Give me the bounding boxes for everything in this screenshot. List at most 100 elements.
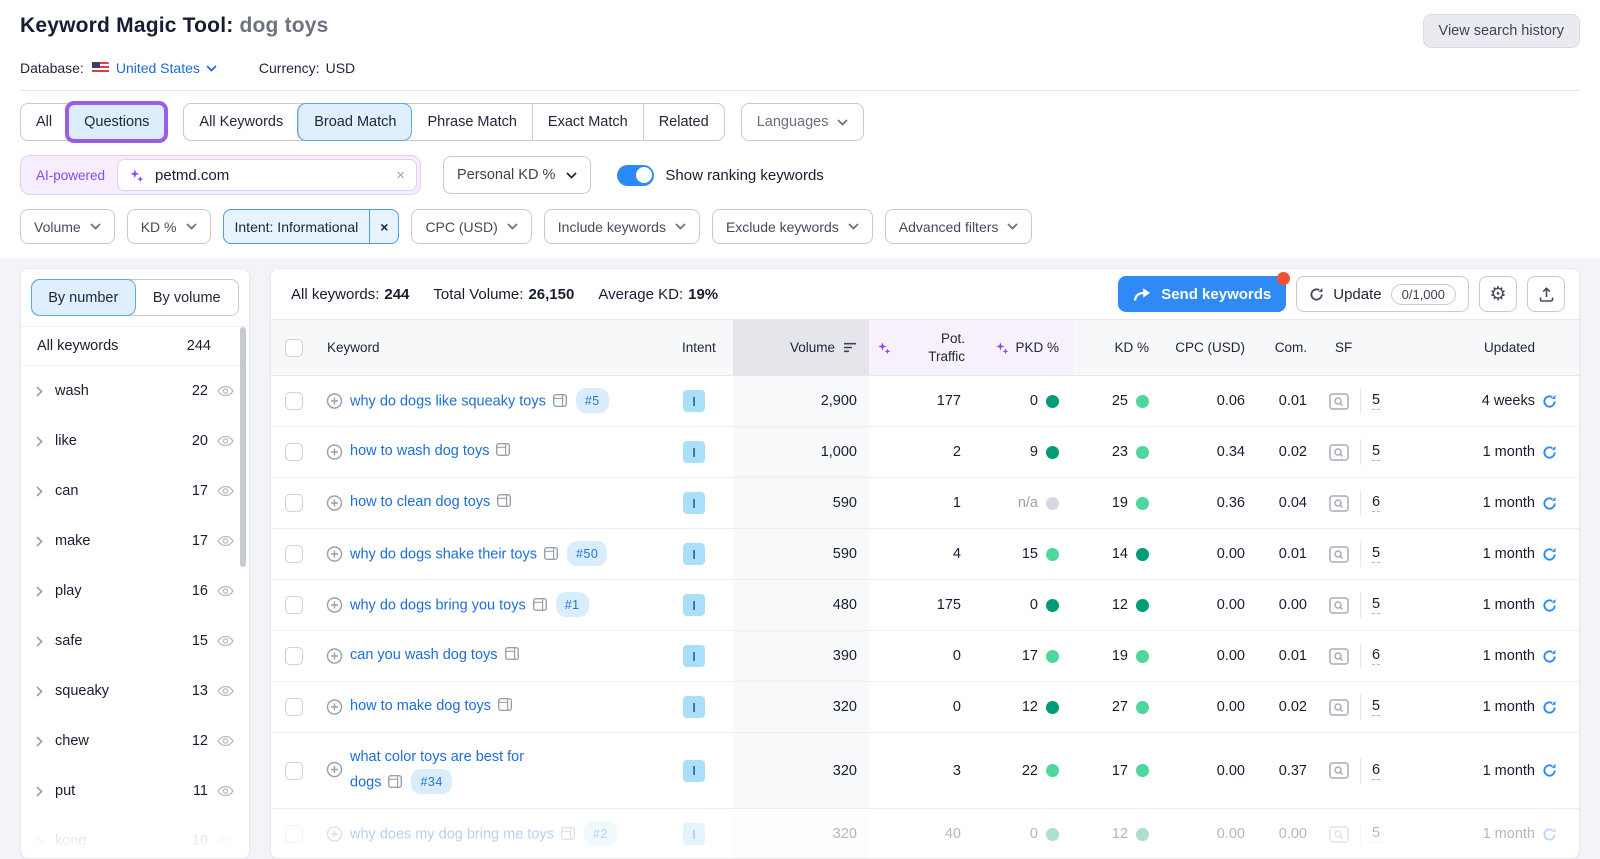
add-keyword-icon[interactable]: [326, 597, 343, 614]
serp-preview-icon[interactable]: [1329, 826, 1349, 843]
row-checkbox[interactable]: [285, 825, 303, 843]
column-sf[interactable]: SF: [1315, 320, 1407, 375]
keyword-group-safe[interactable]: safe15: [21, 616, 249, 666]
refresh-icon[interactable]: [1542, 763, 1557, 778]
serp-preview-icon[interactable]: [1329, 444, 1349, 461]
keyword-group-wash[interactable]: wash22: [21, 366, 249, 416]
serp-features-icon[interactable]: [533, 598, 547, 611]
refresh-icon[interactable]: [1542, 827, 1557, 842]
eye-icon[interactable]: [217, 785, 234, 797]
column-cpc[interactable]: CPC (USD): [1165, 320, 1257, 375]
filter-cpc-usd[interactable]: CPC (USD): [411, 209, 531, 244]
sf-value[interactable]: 5: [1372, 443, 1380, 461]
serp-features-icon[interactable]: [498, 698, 512, 711]
add-keyword-icon[interactable]: [326, 648, 343, 665]
keyword-link[interactable]: can you wash dog toys: [350, 647, 498, 663]
filter-include-keywords[interactable]: Include keywords: [544, 209, 700, 244]
row-checkbox[interactable]: [285, 698, 303, 716]
chevron-right-icon[interactable]: [36, 386, 43, 397]
tab-exact-match[interactable]: Exact Match: [532, 104, 643, 140]
keyword-group-make[interactable]: make17: [21, 516, 249, 566]
serp-features-icon[interactable]: [496, 443, 510, 456]
refresh-icon[interactable]: [1542, 496, 1557, 511]
add-keyword-icon[interactable]: [326, 393, 343, 410]
eye-icon[interactable]: [217, 435, 234, 447]
chevron-right-icon[interactable]: [36, 836, 43, 847]
sf-value[interactable]: 6: [1372, 494, 1380, 512]
keyword-group-can[interactable]: can17: [21, 466, 249, 516]
eye-icon[interactable]: [217, 385, 234, 397]
sf-value[interactable]: 6: [1372, 762, 1380, 780]
refresh-icon[interactable]: [1542, 598, 1557, 613]
eye-icon[interactable]: [217, 535, 234, 547]
keyword-link[interactable]: why do dogs shake their toys: [350, 547, 537, 563]
sf-value[interactable]: 6: [1372, 647, 1380, 665]
column-volume[interactable]: Volume: [733, 320, 869, 375]
chevron-right-icon[interactable]: [36, 736, 43, 747]
eye-icon[interactable]: [217, 735, 234, 747]
tab-by-number[interactable]: By number: [32, 280, 135, 315]
sf-value[interactable]: 5: [1372, 825, 1380, 843]
languages-dropdown[interactable]: Languages: [741, 103, 865, 141]
filter-volume[interactable]: Volume: [20, 209, 115, 244]
keyword-group-put[interactable]: put11: [21, 766, 249, 816]
keyword-link[interactable]: why do dogs bring you toys: [350, 598, 526, 614]
refresh-icon[interactable]: [1542, 649, 1557, 664]
keyword-search-input[interactable]: [153, 166, 387, 185]
row-checkbox[interactable]: [285, 545, 303, 563]
update-button[interactable]: Update 0/1,000: [1296, 276, 1469, 312]
chevron-right-icon[interactable]: [36, 786, 43, 797]
column-kd[interactable]: KD %: [1073, 320, 1165, 375]
clear-search-icon[interactable]: ×: [396, 167, 405, 184]
eye-icon[interactable]: [217, 635, 234, 647]
serp-features-icon[interactable]: [497, 494, 511, 507]
select-all-checkbox[interactable]: [285, 339, 303, 357]
filter-label[interactable]: Intent: Informational: [224, 219, 370, 235]
add-keyword-icon[interactable]: [326, 761, 343, 778]
column-pot-traffic[interactable]: Pot. Traffic: [869, 320, 969, 375]
tab-questions[interactable]: Questions: [69, 105, 164, 139]
serp-preview-icon[interactable]: [1329, 597, 1349, 614]
keyword-group-like[interactable]: like20: [21, 416, 249, 466]
eye-icon[interactable]: [217, 585, 234, 597]
filter-exclude-keywords[interactable]: Exclude keywords: [712, 209, 873, 244]
eye-icon[interactable]: [217, 485, 234, 497]
row-checkbox[interactable]: [285, 443, 303, 461]
serp-features-icon[interactable]: [505, 647, 519, 660]
row-checkbox[interactable]: [285, 762, 303, 780]
search-box[interactable]: ×: [117, 159, 417, 191]
keyword-link[interactable]: how to make dog toys: [350, 698, 491, 714]
chevron-right-icon[interactable]: [36, 536, 43, 547]
eye-icon[interactable]: [217, 835, 234, 847]
keyword-link[interactable]: how to clean dog toys: [350, 494, 490, 510]
sf-value[interactable]: 5: [1372, 392, 1380, 410]
tab-phrase-match[interactable]: Phrase Match: [411, 104, 531, 140]
serp-features-icon[interactable]: [561, 827, 575, 840]
database-select[interactable]: United States: [116, 60, 217, 76]
keyword-group-kong[interactable]: kong10: [21, 816, 249, 859]
keyword-link[interactable]: how to wash dog toys: [350, 443, 489, 459]
sf-value[interactable]: 5: [1372, 545, 1380, 563]
tab-all-keywords[interactable]: All Keywords: [184, 104, 298, 140]
tab-all[interactable]: All: [21, 104, 67, 140]
serp-features-icon[interactable]: [553, 394, 567, 407]
tab-broad-match[interactable]: Broad Match: [298, 104, 411, 140]
add-keyword-icon[interactable]: [326, 699, 343, 716]
keyword-link[interactable]: why does my dog bring me toys: [350, 827, 554, 843]
column-updated[interactable]: Updated: [1407, 320, 1580, 375]
chevron-right-icon[interactable]: [36, 486, 43, 497]
serp-preview-icon[interactable]: [1329, 699, 1349, 716]
refresh-icon[interactable]: [1542, 394, 1557, 409]
keyword-link[interactable]: why do dogs like squeaky toys: [350, 394, 546, 410]
filter-advanced-filters[interactable]: Advanced filters: [885, 209, 1033, 244]
add-keyword-icon[interactable]: [326, 826, 343, 843]
serp-preview-icon[interactable]: [1329, 393, 1349, 410]
serp-preview-icon[interactable]: [1329, 648, 1349, 665]
chevron-right-icon[interactable]: [36, 686, 43, 697]
keyword-group-squeaky[interactable]: squeaky13: [21, 666, 249, 716]
add-keyword-icon[interactable]: [326, 444, 343, 461]
sidebar-scrollbar[interactable]: [240, 327, 246, 567]
show-ranking-keywords-toggle[interactable]: [617, 165, 654, 186]
keyword-group-chew[interactable]: chew12: [21, 716, 249, 766]
chevron-right-icon[interactable]: [36, 436, 43, 447]
